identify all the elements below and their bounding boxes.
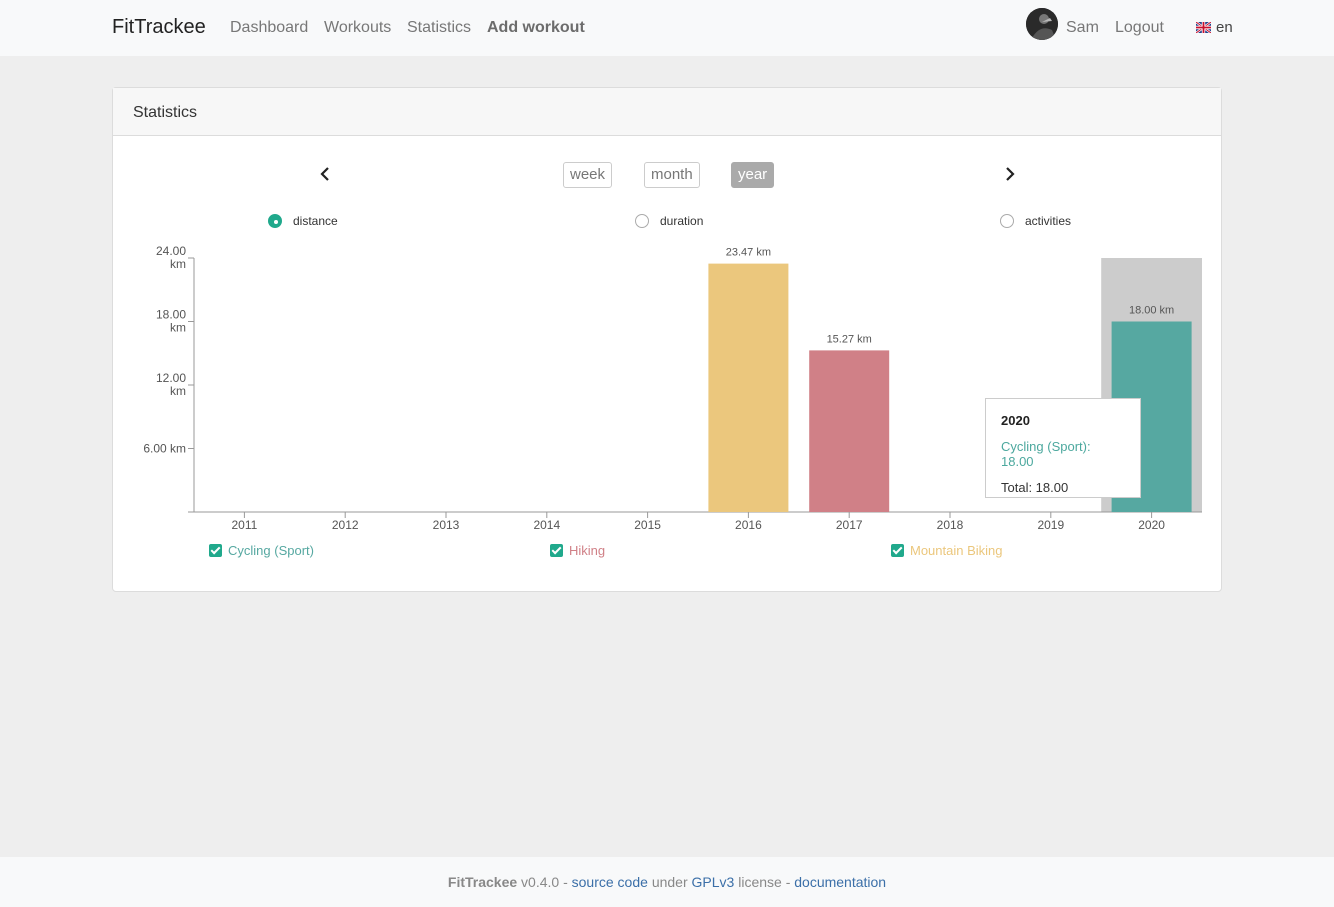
footer-version: v0.4.0 - (521, 874, 568, 890)
footer: FitTrackee v0.4.0 - source code under GP… (0, 857, 1334, 907)
checkbox-mountain-biking[interactable] (891, 544, 904, 557)
nav-dashboard[interactable]: Dashboard (230, 19, 308, 37)
x-tick-label-2013: 2013 (433, 518, 460, 532)
chevron-left-icon[interactable] (317, 166, 333, 182)
data-label-2016: 23.47 km (726, 247, 771, 259)
data-label-2017: 15.27 km (827, 333, 872, 345)
radio-activities-input[interactable] (1000, 214, 1014, 228)
footer-license-word: license - (738, 874, 791, 890)
logout-link[interactable]: Logout (1115, 19, 1164, 37)
tooltip-total: Total: 18.00 (1001, 480, 1069, 495)
y-tick-label: 6.00 km (143, 442, 186, 456)
data-label-2020: 18.00 km (1129, 305, 1174, 317)
legend-mountain-biking-label: Mountain Biking (910, 543, 1003, 558)
radio-distance[interactable]: distance (268, 214, 338, 228)
bar-hiking-2017 (809, 350, 890, 512)
checkbox-cycling[interactable] (209, 544, 222, 557)
legend-cycling[interactable]: Cycling (Sport) (209, 543, 314, 558)
brand-logo[interactable]: FitTrackee (112, 16, 206, 39)
x-tick-label-2015: 2015 (634, 518, 661, 532)
radio-activities[interactable]: activities (1000, 214, 1071, 228)
card-title: Statistics (113, 88, 1221, 136)
avatar[interactable] (1026, 8, 1058, 40)
chevron-right-icon[interactable] (1002, 166, 1018, 182)
uk-flag-icon (1196, 22, 1211, 33)
navbar: FitTrackee Dashboard Workouts Statistics… (0, 0, 1334, 56)
x-tick-label-2011: 2011 (231, 518, 257, 532)
y-tick-label: 18.00 km (156, 308, 186, 335)
legend-mountain-biking[interactable]: Mountain Biking (891, 543, 1003, 558)
tooltip-title: 2020 (1001, 413, 1030, 428)
source-code-link[interactable]: source code (572, 874, 648, 890)
bar-mountain-biking-2016 (708, 263, 789, 512)
radio-duration-label: duration (660, 214, 704, 228)
radio-distance-label: distance (293, 214, 338, 228)
tooltip-line: Cycling (Sport): 18.00 (1001, 439, 1091, 469)
x-tick-label-2020: 2020 (1138, 518, 1165, 532)
nav-statistics[interactable]: Statistics (407, 19, 471, 37)
chart-tooltip: 2020 Cycling (Sport): 18.00 Total: 18.00 (985, 398, 1141, 498)
checkbox-hiking[interactable] (550, 544, 563, 557)
language-selector[interactable]: en (1196, 19, 1233, 36)
x-tick-label-2017: 2017 (836, 518, 863, 532)
footer-brand: FitTrackee (447, 874, 518, 890)
x-tick-label-2014: 2014 (533, 518, 560, 532)
legend-hiking[interactable]: Hiking (550, 543, 605, 558)
y-tick-label: 12.00 km (156, 371, 186, 398)
language-label: en (1216, 19, 1233, 36)
tab-year[interactable]: year (731, 162, 775, 188)
x-tick-label-2018: 2018 (937, 518, 964, 532)
statistics-card: Statistics week month year distance dura… (112, 87, 1222, 592)
footer-under: under (651, 874, 688, 890)
x-tick-label-2012: 2012 (332, 518, 359, 532)
radio-duration[interactable]: duration (635, 214, 703, 228)
nav-add-workout[interactable]: Add workout (487, 19, 585, 37)
x-tick-label-2016: 2016 (735, 518, 762, 532)
x-tick-label-2019: 2019 (1037, 518, 1064, 532)
y-tick-label: 24.00 km (156, 244, 186, 271)
tab-month[interactable]: month (644, 162, 700, 188)
documentation-link[interactable]: documentation (794, 874, 886, 890)
license-link[interactable]: GPLv3 (692, 874, 735, 890)
nav-user[interactable]: Sam (1066, 19, 1099, 37)
legend-cycling-label: Cycling (Sport) (228, 543, 314, 558)
tab-week[interactable]: week (563, 162, 613, 188)
radio-duration-input[interactable] (635, 214, 649, 228)
nav-workouts[interactable]: Workouts (324, 19, 391, 37)
radio-distance-input[interactable] (268, 214, 282, 228)
legend-hiking-label: Hiking (569, 543, 606, 558)
radio-activities-label: activities (1025, 214, 1072, 228)
